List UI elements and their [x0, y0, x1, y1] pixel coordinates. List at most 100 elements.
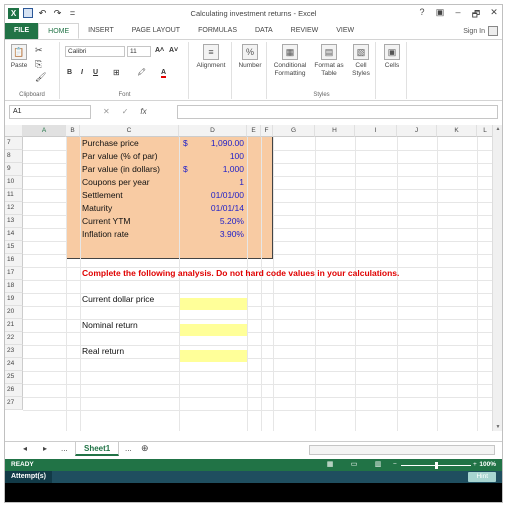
zoom-in-button[interactable]: +	[473, 459, 477, 471]
vertical-scrollbar[interactable]: ▲ ▼	[492, 125, 502, 431]
borders-icon[interactable]: ⊞	[113, 68, 120, 77]
tab-view[interactable]: VIEW	[327, 23, 363, 39]
format-painter-icon[interactable]: 🖌	[35, 73, 46, 82]
row-header[interactable]: 9	[5, 163, 23, 176]
restore-button[interactable]: 🗗	[471, 7, 481, 23]
row-header[interactable]: 23	[5, 345, 23, 358]
tab-home[interactable]: HOME	[38, 23, 80, 39]
row-header[interactable]: 11	[5, 189, 23, 202]
row-header[interactable]: 16	[5, 254, 23, 267]
column-header-a[interactable]: A	[23, 125, 66, 137]
alignment-button[interactable]: ≡ Alignment	[192, 44, 230, 70]
formula-input[interactable]	[177, 105, 498, 119]
tab-review[interactable]: REVIEW	[282, 23, 328, 39]
column-header-b[interactable]: B	[66, 125, 80, 137]
number-button[interactable]: % Number	[234, 44, 266, 70]
conditional-formatting-button[interactable]: ▦ Conditional Formatting	[270, 44, 310, 78]
row-header[interactable]: 22	[5, 332, 23, 345]
page-layout-view-icon[interactable]: ▭	[349, 461, 359, 469]
real-return-answer[interactable]	[179, 350, 247, 362]
row-header[interactable]: 13	[5, 215, 23, 228]
zoom-level[interactable]: 100%	[479, 459, 496, 471]
cells-button[interactable]: ▣ Cells	[379, 44, 405, 70]
next-sheet-icon[interactable]: ▸	[43, 444, 47, 453]
cut-icon[interactable]: ✂	[35, 46, 43, 55]
zoom-slider-knob[interactable]	[435, 462, 438, 469]
nominal-return-answer[interactable]	[179, 324, 247, 336]
row-header[interactable]: 8	[5, 150, 23, 163]
row-header[interactable]: 26	[5, 384, 23, 397]
prev-sheet-icon[interactable]: ◂	[23, 444, 27, 453]
underline-button[interactable]: U	[93, 69, 98, 76]
row-header[interactable]: 10	[5, 176, 23, 189]
help-button[interactable]: ?	[417, 7, 427, 23]
tab-file[interactable]: FILE	[5, 23, 39, 39]
row-header[interactable]: 18	[5, 280, 23, 293]
column-header-d[interactable]: D	[179, 125, 247, 137]
grow-font-button[interactable]: A˄	[155, 47, 164, 54]
shrink-font-button[interactable]: A˅	[169, 47, 178, 54]
cells-group[interactable]: ▣ Cells	[377, 42, 407, 99]
tab-data[interactable]: DATA	[246, 23, 282, 39]
row-header[interactable]: 15	[5, 241, 23, 254]
tab-page-layout[interactable]: PAGE LAYOUT	[123, 23, 189, 39]
row-header[interactable]: 20	[5, 306, 23, 319]
insert-function-icon[interactable]: fx	[140, 105, 146, 119]
row-header[interactable]: 24	[5, 358, 23, 371]
sheet-ellipsis[interactable]: ...	[61, 444, 68, 453]
purchase-price-value[interactable]: 1,090.00	[179, 137, 244, 150]
maturity-value[interactable]: 01/01/14	[179, 202, 244, 215]
bold-button[interactable]: B	[67, 69, 72, 76]
column-header-f[interactable]: F	[261, 125, 273, 137]
row-header[interactable]: 7	[5, 137, 23, 150]
enter-icon[interactable]: ✓	[122, 105, 129, 119]
column-header-k[interactable]: K	[437, 125, 477, 137]
sign-in[interactable]: Sign In	[463, 26, 498, 36]
copy-icon[interactable]: ⎘	[35, 60, 42, 69]
coupons-per-year-value[interactable]: 1	[179, 176, 244, 189]
number-group[interactable]: % Number	[233, 42, 267, 99]
tab-formulas[interactable]: FORMULAS	[189, 23, 246, 39]
column-header-j[interactable]: J	[397, 125, 437, 137]
fill-color-icon[interactable]: 🖍	[137, 68, 146, 76]
name-box[interactable]: A1	[9, 105, 91, 119]
settlement-value[interactable]: 01/01/00	[179, 189, 244, 202]
column-header-i[interactable]: I	[355, 125, 397, 137]
font-name-select[interactable]: Calibri	[65, 46, 125, 57]
sheet-tab-sheet1[interactable]: Sheet1	[75, 442, 120, 456]
tab-insert[interactable]: INSERT	[79, 23, 123, 39]
ribbon-display-button[interactable]: ▣	[435, 7, 445, 23]
par-value-dollars-value[interactable]: 1,000	[179, 163, 244, 176]
format-as-table-button[interactable]: ▤ Format as Table	[312, 44, 346, 78]
column-header-g[interactable]: G	[273, 125, 315, 137]
alignment-group[interactable]: ≡ Alignment	[190, 42, 232, 99]
par-value-pct-value[interactable]: 100	[179, 150, 244, 163]
row-header[interactable]: 19	[5, 293, 23, 306]
select-all-corner[interactable]	[5, 125, 23, 137]
row-header[interactable]: 27	[5, 397, 23, 410]
font-size-select[interactable]: 11	[127, 46, 151, 57]
add-sheet-icon[interactable]: ⊕	[141, 443, 149, 454]
minimize-button[interactable]: –	[453, 7, 463, 23]
hint-button[interactable]: Hint	[468, 472, 496, 482]
normal-view-icon[interactable]: ▦	[325, 461, 335, 469]
cell-styles-button[interactable]: ▧ Cell Styles	[348, 44, 374, 78]
scroll-down-icon[interactable]: ▼	[494, 424, 502, 430]
row-header[interactable]: 21	[5, 319, 23, 332]
font-color-button[interactable]: A	[161, 69, 167, 78]
page-break-view-icon[interactable]: ▥	[373, 461, 383, 469]
column-header-c[interactable]: C	[80, 125, 179, 137]
horizontal-scrollbar[interactable]	[309, 445, 495, 455]
sheet-ellipsis-right[interactable]: ...	[125, 444, 132, 453]
row-header[interactable]: 14	[5, 228, 23, 241]
row-header[interactable]: 17	[5, 267, 23, 280]
current-ytm-value[interactable]: 5.20%	[179, 215, 244, 228]
row-header[interactable]: 12	[5, 202, 23, 215]
column-header-e[interactable]: E	[247, 125, 261, 137]
row-header[interactable]: 25	[5, 371, 23, 384]
zoom-out-button[interactable]: −	[393, 459, 397, 471]
paste-button[interactable]: 📋 Paste	[8, 44, 30, 70]
italic-button[interactable]: I	[81, 69, 83, 76]
worksheet-grid[interactable]: A B C D E F G H I J K L 7 8 9 10 11 12 1…	[5, 125, 502, 431]
inflation-rate-value[interactable]: 3.90%	[179, 228, 244, 241]
